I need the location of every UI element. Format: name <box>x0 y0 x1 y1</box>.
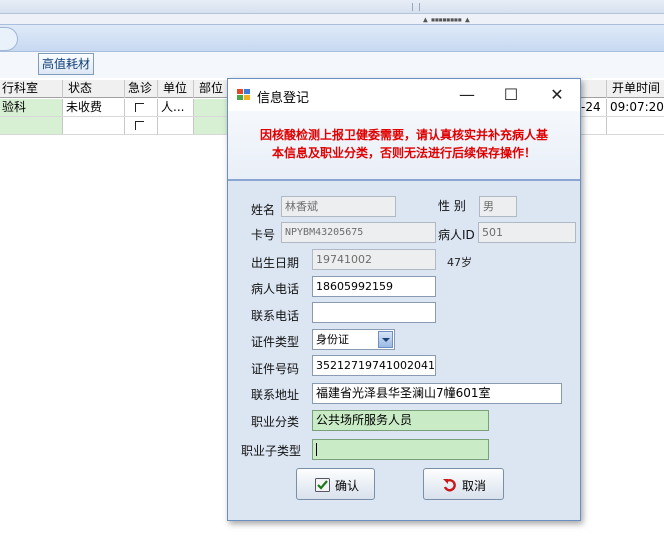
notice-panel: 因核酸检测上报卫健委需要，请认真核实并补充病人基 本信息及职业分类，否则无法进行… <box>228 111 580 181</box>
card-no-field[interactable]: NPYBM43205675 <box>281 222 436 243</box>
cell-status-empty[interactable] <box>63 117 125 135</box>
cell-emergency[interactable] <box>125 99 158 117</box>
notice-line-1: 因核酸检测上报卫健委需要，请认真核实并补充病人基 <box>259 128 548 142</box>
col-header-open-time[interactable]: 开单时间 <box>607 80 664 98</box>
patient-phone-label: 病人电话 <box>251 282 300 296</box>
gender-field[interactable]: 男 <box>479 196 517 217</box>
high-value-consumables-button[interactable]: 高值耗材 <box>38 53 95 75</box>
occupation-field[interactable]: 公共场所服务人员 <box>312 410 489 431</box>
splitter-marks: ▲ ▪▪▪▪▪▪▪▪ ▲ <box>423 15 470 24</box>
contact-phone-field[interactable] <box>312 302 436 323</box>
patient-id-label: 病人ID <box>438 228 475 242</box>
cell-dept[interactable]: 验科 <box>0 99 63 117</box>
occupation-label: 职业分类 <box>251 415 300 429</box>
maximize-button[interactable]: ☐ <box>489 79 533 111</box>
check-icon <box>315 478 330 492</box>
app-icon <box>237 89 251 101</box>
id-type-select[interactable]: 身份证 <box>312 329 395 350</box>
cancel-button[interactable]: 取消 <box>423 468 504 500</box>
occupation-subtype-field[interactable] <box>312 439 489 460</box>
dialog-titlebar[interactable]: 信息登记 — ☐ ✕ <box>228 79 580 111</box>
patient-phone-field[interactable]: 18605992159 <box>312 276 436 297</box>
close-button[interactable]: ✕ <box>535 79 579 111</box>
cell-unit-empty[interactable] <box>158 117 194 135</box>
splitter-bar[interactable]: ▲ ▪▪▪▪▪▪▪▪ ▲ <box>0 14 664 24</box>
gender-label: 性 别 <box>438 199 466 213</box>
col-header-dept[interactable]: 行科室 <box>0 80 63 98</box>
toolbar: 高值耗材 <box>0 52 664 78</box>
name-label: 姓名 <box>251 203 276 217</box>
dialog-title: 信息登记 <box>257 91 310 106</box>
screen: ▲ ▪▪▪▪▪▪▪▪ ▲ 高值耗材 行科室 状态 急诊 单位 部位 开单时间 验… <box>0 0 664 558</box>
name-field[interactable]: 林香斌 <box>281 196 396 217</box>
undo-icon <box>443 479 456 492</box>
notice-text: 因核酸检测上报卫健委需要，请认真核实并补充病人基 本信息及职业分类，否则无法进行… <box>234 126 574 162</box>
cancel-label: 取消 <box>462 479 487 493</box>
notice-line-2: 本信息及职业分类，否则无法进行后续保存操作！ <box>271 146 536 160</box>
id-number-label: 证件号码 <box>251 362 300 376</box>
col-header-status[interactable]: 状态 <box>63 80 125 98</box>
emergency-checkbox[interactable] <box>135 103 144 112</box>
cell-emergency-empty[interactable] <box>125 117 158 135</box>
info-registration-dialog: 信息登记 — ☐ ✕ 因核酸检测上报卫健委需要，请认真核实并补充病人基 本信息及… <box>227 78 581 521</box>
id-type-value: 身份证 <box>316 333 349 346</box>
cell-status[interactable]: 未收费 <box>63 99 125 117</box>
top-strip <box>0 0 664 14</box>
grip-handle[interactable] <box>412 3 420 11</box>
text-caret <box>316 443 317 456</box>
cell-unit[interactable]: 人... <box>158 99 194 117</box>
contact-phone-label: 联系电话 <box>251 309 300 323</box>
cell-dept-empty[interactable] <box>0 117 63 135</box>
cell-open-time[interactable]: 09:07:20 <box>607 99 664 117</box>
col-header-emergency[interactable]: 急诊 <box>125 80 158 98</box>
cell-part-empty[interactable] <box>194 117 228 135</box>
cell-date-fragment[interactable]: -24 <box>581 99 607 117</box>
cell-part[interactable] <box>194 99 228 117</box>
occupation-subtype-label: 职业子类型 <box>241 444 302 458</box>
cell-date-empty[interactable] <box>581 117 607 135</box>
address-field[interactable]: 福建省光泽县华圣澜山7幢601室 <box>312 383 562 404</box>
age-text: 47岁 <box>447 256 472 269</box>
tab-edge[interactable] <box>0 27 18 51</box>
col-header-hidden[interactable] <box>581 80 607 98</box>
emergency-checkbox-empty[interactable] <box>135 121 144 130</box>
minimize-button[interactable]: — <box>445 79 489 111</box>
id-number-field[interactable]: 352127197410020418 <box>312 355 436 376</box>
cell-time-empty[interactable] <box>607 117 664 135</box>
col-header-part[interactable]: 部位 <box>194 80 228 98</box>
id-type-label: 证件类型 <box>251 335 300 349</box>
tab-band <box>0 24 664 52</box>
birth-date-field[interactable]: 19741002 <box>312 249 436 270</box>
confirm-label: 确认 <box>335 479 360 493</box>
address-label: 联系地址 <box>251 388 300 402</box>
patient-id-field[interactable]: 501 <box>478 222 576 243</box>
confirm-button[interactable]: 确认 <box>296 468 375 500</box>
card-no-label: 卡号 <box>251 228 276 242</box>
birth-date-label: 出生日期 <box>251 256 300 270</box>
dropdown-arrow-icon[interactable] <box>378 331 393 348</box>
col-header-unit[interactable]: 单位 <box>158 80 194 98</box>
